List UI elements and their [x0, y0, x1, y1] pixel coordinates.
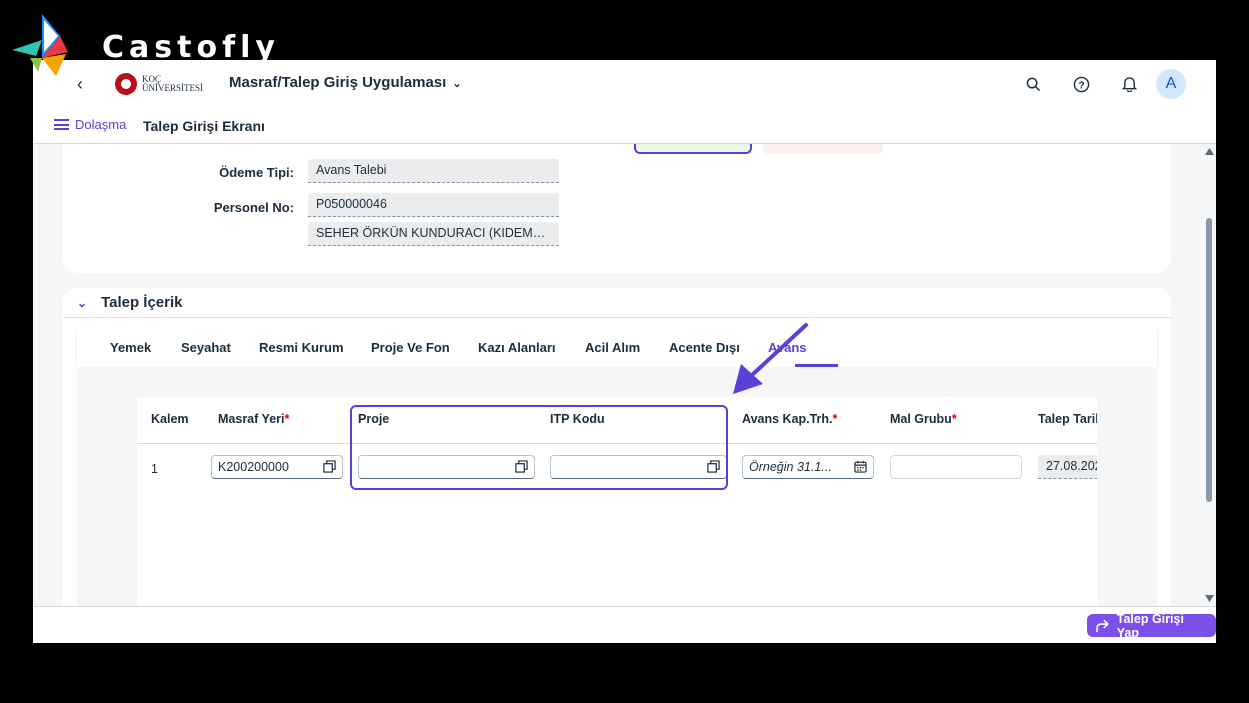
masraf-yeri-input[interactable]: K200200000	[211, 455, 343, 479]
scroll-down-icon[interactable]	[1205, 595, 1214, 602]
payment-type-field: Avans Talebi	[308, 159, 559, 183]
personnel-no-label: Personel No:	[213, 200, 294, 215]
column-header-avans-kap-trh: Avans Kap.Trh.*	[742, 412, 838, 426]
personnel-no-field: P050000046	[308, 193, 559, 217]
page-header: Dolaşma Talep Girişi Ekranı	[33, 108, 1216, 144]
mal-grubu-input[interactable]	[890, 455, 1022, 479]
share-arrow-icon	[1096, 619, 1109, 632]
payment-type-label: Ödeme Tipi:	[219, 165, 294, 180]
chevron-down-icon: ⌄	[77, 295, 88, 310]
chevron-down-icon: ⌄	[452, 78, 462, 90]
shell-bar: ‹ KOÇ ÜNİVERSİTESİ Masraf/Talep Giriş Uy…	[33, 60, 1216, 108]
column-header-mal-grubu: Mal Grubu*	[890, 412, 957, 426]
divider	[63, 317, 1171, 318]
value-help-icon[interactable]	[323, 460, 336, 473]
calendar-icon[interactable]	[854, 460, 867, 473]
tab-proje-ve-fon[interactable]: Proje Ve Fon	[371, 340, 450, 355]
university-logo[interactable]: KOÇ ÜNİVERSİTESİ	[115, 72, 203, 96]
menu-icon	[54, 119, 69, 130]
svg-text:?: ?	[1078, 80, 1084, 91]
scroll-up-icon[interactable]	[1205, 148, 1214, 155]
column-header-masraf-yeri: Masraf Yeri*	[218, 412, 290, 426]
avatar[interactable]: A	[1156, 69, 1186, 99]
castofly-logo-icon	[12, 14, 68, 76]
column-header-talep-tarih: Talep Tarih	[1038, 412, 1097, 426]
date-placeholder: Örneğin 31.1...	[749, 460, 832, 474]
masraf-yeri-value: K200200000	[218, 460, 289, 474]
submit-request-label: Talep Girişi Yap	[1116, 611, 1184, 640]
watermark-brand-text: Castofly	[102, 30, 280, 65]
navigation-button[interactable]: Dolaşma	[54, 117, 126, 132]
tab-seyahat[interactable]: Seyahat	[181, 340, 231, 355]
section-title: Talep İçerik	[101, 294, 183, 311]
navigation-label: Dolaşma	[75, 117, 127, 132]
tab-acil-alim[interactable]: Acil Alım	[585, 340, 640, 355]
clear-button[interactable]	[763, 144, 883, 154]
search-icon[interactable]	[1023, 74, 1043, 94]
logo-text-line2: ÜNİVERSİTESİ	[142, 83, 203, 93]
section-toggle[interactable]: ⌄ Talep İçerik	[77, 294, 183, 311]
help-icon[interactable]: ?	[1071, 74, 1091, 94]
personnel-name-field: SEHER ÖRKÜN KUNDURACI (KIDEMLI...	[308, 222, 559, 246]
tab-resmi-kurum[interactable]: Resmi Kurum	[259, 340, 344, 355]
bell-icon[interactable]	[1119, 74, 1139, 94]
avans-kap-trh-datepicker[interactable]: Örneğin 31.1...	[742, 455, 874, 479]
add-button[interactable]	[634, 144, 752, 154]
page-title: Talep Girişi Ekranı	[143, 118, 265, 134]
app-title-menu[interactable]: Masraf/Talep Giriş Uygulaması ⌄	[229, 74, 462, 91]
footer-bar: Talep Girişi Yap	[33, 606, 1216, 643]
app-frame: ‹ KOÇ ÜNİVERSİTESİ Masraf/Talep Giriş Uy…	[33, 60, 1216, 643]
row-kalem: 1	[151, 462, 158, 476]
scrollbar[interactable]	[1203, 144, 1216, 606]
submit-request-button[interactable]: Talep Girişi Yap	[1087, 611, 1216, 640]
talep-tarih-field: 27.08.2024	[1038, 455, 1097, 479]
tab-bar: Yemek Seyahat Resmi Kurum Proje Ve Fon K…	[77, 327, 1157, 367]
app-title: Masraf/Talep Giriş Uygulaması	[229, 74, 447, 91]
tab-kazi-alanlari[interactable]: Kazı Alanları	[478, 340, 556, 355]
scrollbar-thumb[interactable]	[1206, 218, 1212, 502]
request-header-card: Ödeme Tipi: Avans Talebi Personel No: P0…	[63, 144, 1171, 273]
highlight-box	[350, 405, 728, 490]
tab-yemek[interactable]: Yemek	[110, 340, 151, 355]
annotation-arrow-icon	[733, 323, 808, 394]
column-header-kalem: Kalem	[151, 412, 189, 426]
university-seal-icon	[115, 73, 137, 95]
